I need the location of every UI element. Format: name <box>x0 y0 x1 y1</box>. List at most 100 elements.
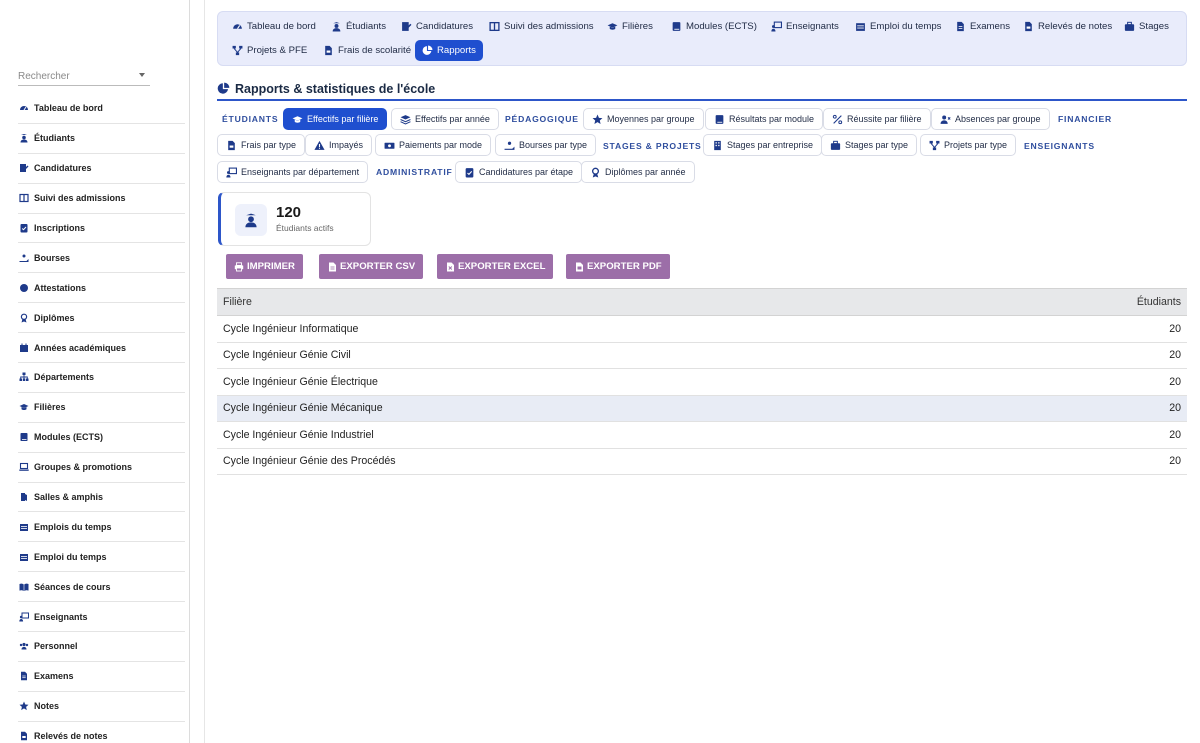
report-tab-projets-type[interactable]: Projets par type <box>920 134 1017 156</box>
sidebar-item-modules[interactable]: Modules (ECTS) <box>18 423 185 453</box>
report-tab-stages-entreprise[interactable]: Stages par entreprise <box>703 134 823 156</box>
sidebar-search[interactable] <box>18 66 150 86</box>
topnav-item-tableau-de-bord[interactable]: Tableau de bord <box>225 16 322 37</box>
sidebar-item-inscriptions[interactable]: Inscriptions <box>18 214 185 244</box>
table-row[interactable]: Cycle Ingénieur Génie Industriel 20 <box>217 422 1187 449</box>
topnav-item-candidatures[interactable]: Candidatures <box>394 16 479 37</box>
topnav-item-label: Rapports <box>437 45 476 56</box>
table-row[interactable]: Cycle Ingénieur Informatique 20 <box>217 316 1187 343</box>
certificate-icon <box>18 282 30 294</box>
report-tab-candidatures-etape[interactable]: Candidatures par étape <box>455 161 583 183</box>
chevron-down-icon[interactable] <box>139 73 145 77</box>
layer-group-icon <box>400 114 411 125</box>
sidebar-item-attestations[interactable]: Attestations <box>18 273 185 304</box>
report-tab-impayes[interactable]: Impayés <box>305 134 373 156</box>
sidebar-item-label: Personnel <box>34 641 78 652</box>
book-icon <box>18 431 30 443</box>
report-tab-label: Paiements par mode <box>399 140 483 150</box>
topnav-item-rapports[interactable]: Rapports <box>415 40 483 61</box>
report-tab-stages-type[interactable]: Stages par type <box>821 134 918 156</box>
table-row[interactable]: Cycle Ingénieur Génie Mécanique 20 <box>217 395 1187 422</box>
search-input[interactable] <box>18 67 133 86</box>
report-tab-label: Absences par groupe <box>955 114 1041 124</box>
sidebar-item-seances-de-cours[interactable]: Séances de cours <box>18 572 185 603</box>
report-tab-reussite-filiere[interactable]: Réussite par filière <box>823 108 931 130</box>
report-tab-label: Résultats par module <box>729 114 815 124</box>
clipboard-check-icon <box>18 222 30 234</box>
stat-card-etudiants-actifs: 120 Étudiants actifs <box>218 192 371 246</box>
report-tab-bourses-type[interactable]: Bourses par type <box>495 134 597 156</box>
cell-etudiants: 20 <box>1169 375 1181 388</box>
sidebar-item-emplois-du-temps[interactable]: Emplois du temps <box>18 512 185 543</box>
table-row[interactable]: Cycle Ingénieur Génie Électrique 20 <box>217 369 1187 396</box>
sidebar-item-candidatures[interactable]: Candidatures <box>18 154 185 184</box>
graduation-cap-icon <box>18 401 30 413</box>
report-tab-moyennes-groupe[interactable]: Moyennes par groupe <box>583 108 704 130</box>
sidebar-item-examens[interactable]: Examens <box>18 662 185 692</box>
report-tab-resultats-module[interactable]: Résultats par module <box>705 108 824 130</box>
topnav-item-modules[interactable]: Modules (ECTS) <box>664 16 763 37</box>
sidebar-item-label: Groupes & promotions <box>34 462 133 473</box>
columns-icon <box>18 192 30 204</box>
sidebar-item-label: Emplois du temps <box>34 521 112 532</box>
report-tab-absences-groupe[interactable]: Absences par groupe <box>931 108 1050 130</box>
topnav-item-label: Candidatures <box>416 21 474 32</box>
topnav-item-label: Enseignants <box>786 21 839 32</box>
sidebar-item-suivi-admissions[interactable]: Suivi des admissions <box>18 184 185 214</box>
chalkboard-teacher-icon <box>226 167 237 178</box>
report-tab-effectifs-annee[interactable]: Effectifs par année <box>391 108 499 130</box>
report-tab-diplomes-annee[interactable]: Diplômes par année <box>581 161 695 183</box>
sidebar-item-salles-amphis[interactable]: Salles & amphis <box>18 483 185 513</box>
sidebar-item-bourses[interactable]: Bourses <box>18 243 185 274</box>
sidebar-item-label: Séances de cours <box>34 581 111 592</box>
sidebar-item-enseignants[interactable]: Enseignants <box>18 602 185 633</box>
report-tab-frais-type[interactable]: Frais par type <box>217 134 306 156</box>
topnav-item-etudiants[interactable]: Étudiants <box>324 16 392 37</box>
hand-holding-icon <box>504 140 515 151</box>
table-row[interactable]: Cycle Ingénieur Génie des Procédés 20 <box>217 449 1187 475</box>
topnav-item-stages[interactable]: Stages <box>1117 16 1175 37</box>
topnav-item-projets-pfe[interactable]: Projets & PFE <box>225 40 313 61</box>
topnav-item-examens[interactable]: Examens <box>948 16 1016 37</box>
column-header-filiere[interactable]: Filière <box>223 296 252 308</box>
sidebar-item-label: Notes <box>34 701 60 712</box>
users-icon <box>18 640 30 652</box>
topnav-item-filieres[interactable]: Filières <box>600 16 659 37</box>
export-excel-button[interactable]: EXPORTER EXCEL <box>437 254 554 279</box>
column-header-etudiants[interactable]: Étudiants <box>1137 296 1181 308</box>
file-invoice-icon <box>322 45 334 57</box>
calendar-days-icon <box>18 521 30 533</box>
report-tab-label: Projets par type <box>944 140 1008 150</box>
sidebar-item-diplomes[interactable]: Diplômes <box>18 303 185 334</box>
book-open-icon <box>18 581 30 593</box>
topnav-item-suivi-admissions[interactable]: Suivi des admissions <box>482 16 600 37</box>
chart-pie-icon <box>217 82 230 95</box>
topnav-item-emploi-du-temps[interactable]: Emploi du temps <box>848 16 947 37</box>
export-csv-button[interactable]: EXPORTER CSV <box>319 254 424 279</box>
sidebar-item-annees-academiques[interactable]: Années académiques <box>18 333 185 364</box>
sidebar-item-personnel[interactable]: Personnel <box>18 632 185 662</box>
sidebar-nav: Tableau de bord Étudiants Candidatures S… <box>18 94 185 743</box>
topnav-item-frais-de-scolarite[interactable]: Frais de scolarité <box>316 40 417 61</box>
report-tab-paiements-mode[interactable]: Paiements par mode <box>375 134 492 156</box>
sidebar-item-tableau-de-bord[interactable]: Tableau de bord <box>18 94 185 124</box>
sidebar-item-departements[interactable]: Départements <box>18 363 185 393</box>
export-pdf-button[interactable]: EXPORTER PDF <box>566 254 670 279</box>
sidebar-item-filieres[interactable]: Filières <box>18 393 185 423</box>
file-lines-icon <box>18 670 30 682</box>
topnav-item-releves-de-notes[interactable]: Relevés de notes <box>1016 16 1118 37</box>
report-tab-effectifs-filiere[interactable]: Effectifs par filière <box>283 108 388 130</box>
sidebar-item-releves-de-notes[interactable]: Relevés de notes <box>18 722 185 743</box>
topnav-item-enseignants[interactable]: Enseignants <box>764 16 845 37</box>
building-icon <box>712 140 723 151</box>
sidebar-item-emploi-du-temps[interactable]: Emploi du temps <box>18 542 185 573</box>
report-tab-enseignants-departement[interactable]: Enseignants par département <box>217 161 369 183</box>
sidebar-item-label: Salles & amphis <box>34 492 104 503</box>
sidebar-item-etudiants[interactable]: Étudiants <box>18 124 185 154</box>
print-button[interactable]: IMPRIMER <box>226 254 303 279</box>
sidebar-item-groupes-promotions[interactable]: Groupes & promotions <box>18 453 185 483</box>
sidebar-item-notes[interactable]: Notes <box>18 692 185 722</box>
topnav-item-label: Filières <box>622 21 653 32</box>
briefcase-icon <box>830 140 841 151</box>
table-row[interactable]: Cycle Ingénieur Génie Civil 20 <box>217 343 1187 369</box>
